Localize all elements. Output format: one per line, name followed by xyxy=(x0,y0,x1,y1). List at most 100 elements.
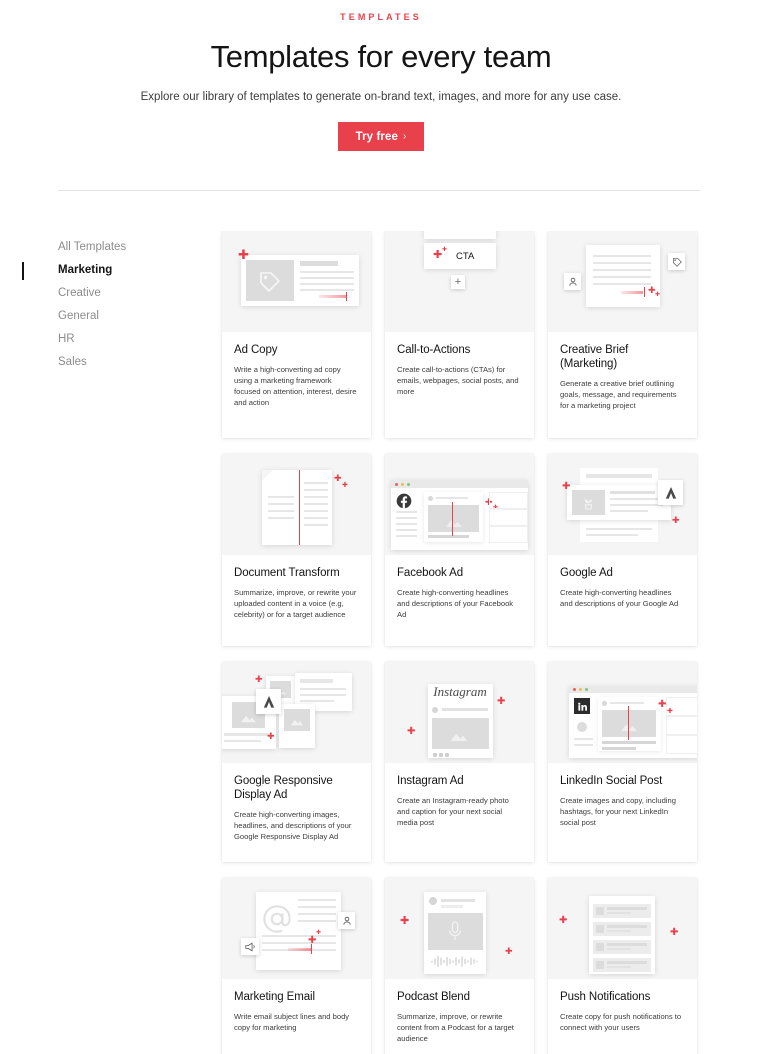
card-description: Generate a creative brief outlining goal… xyxy=(560,379,677,410)
card-illustration-facebook-browser: ✚ ✚ xyxy=(385,454,534,555)
try-free-label: Try free xyxy=(355,130,398,143)
card-title: Call-to-Actions xyxy=(397,344,471,356)
template-card-google-ad[interactable]: ✚ ✚ Google Ad Create high-converting hea… xyxy=(548,454,697,646)
card-illustration-podcast-mic: ✚ ✚ xyxy=(385,878,534,979)
template-card-document-transform[interactable]: ✚ ✚ Document Transform Summarize, improv… xyxy=(222,454,371,646)
card-title: LinkedIn Social Post xyxy=(560,775,663,787)
card-description: Summarize, improve, or rewrite your uplo… xyxy=(234,588,357,619)
page-eyebrow: TEMPLATES xyxy=(340,12,422,22)
sparkle-icon: ✚ xyxy=(670,927,679,938)
sidebar-item-creative[interactable]: Creative xyxy=(22,282,192,305)
card-description: Create call-to-actions (CTAs) for emails… xyxy=(397,365,519,396)
sparkle-small-icon: ✚ xyxy=(342,482,348,489)
category-sidebar: All Templates Marketing Creative General… xyxy=(22,236,192,374)
card-body: Push Notifications Create copy for push … xyxy=(548,979,697,1054)
card-body: Marketing Email Write email subject line… xyxy=(222,979,371,1054)
card-description: Create images and copy, including hashta… xyxy=(560,796,676,827)
card-illustration-notification-list: ✚ ✚ xyxy=(548,878,697,979)
sidebar-item-label: Sales xyxy=(58,356,87,368)
card-body: Document Transform Summarize, improve, o… xyxy=(222,555,371,646)
card-illustration-google-ads-card: ✚ ✚ xyxy=(548,454,697,555)
sidebar-item-marketing[interactable]: Marketing xyxy=(22,259,192,282)
card-title: Push Notifications xyxy=(560,991,651,1003)
sparkle-small-icon: ✚ xyxy=(442,247,448,253)
sidebar-item-label: HR xyxy=(58,333,75,345)
sparkle-icon: ✚ xyxy=(308,935,317,946)
sparkle-icon: ✚ xyxy=(238,247,249,262)
person-chip xyxy=(564,273,581,290)
card-description: Write a high-converting ad copy using a … xyxy=(234,365,357,407)
plant-icon xyxy=(584,499,593,510)
sidebar-item-all-templates[interactable]: All Templates xyxy=(22,236,192,259)
try-free-button[interactable]: Try free › xyxy=(338,122,424,151)
card-title: Google Ad xyxy=(560,567,613,579)
template-card-instagram-ad[interactable]: Instagram ✚ ✚ Instagram Ad Create an Ins xyxy=(385,662,534,862)
google-ads-icon xyxy=(658,480,683,505)
template-card-google-responsive-display-ad[interactable]: ✚ ✚ Google Responsive Display Ad Create … xyxy=(222,662,371,862)
image-placeholder-icon xyxy=(290,719,304,726)
sparkle-icon: ✚ xyxy=(672,515,680,525)
card-body: Creative Brief (Marketing) Generate a cr… xyxy=(548,332,697,438)
template-card-call-to-actions[interactable]: ✚ CTA ✚ ✚ CTA + Call-to-Actions Create c… xyxy=(385,231,534,438)
microphone-icon xyxy=(448,921,462,940)
page-title: Templates for every team xyxy=(210,39,552,74)
image-placeholder-icon xyxy=(241,715,256,723)
image-placeholder-icon xyxy=(450,733,468,742)
card-illustration-linkedin-browser: ✚ ✚ xyxy=(548,662,697,763)
card-illustration-cta-rows: ✚ CTA ✚ ✚ CTA + xyxy=(385,231,534,332)
sidebar-item-sales[interactable]: Sales xyxy=(22,351,192,374)
card-title: Creative Brief (Marketing) xyxy=(560,344,629,370)
sparkle-icon: ✚ xyxy=(434,231,442,232)
tag-icon xyxy=(260,272,281,292)
sidebar-item-label: Marketing xyxy=(58,264,113,276)
section-divider xyxy=(58,190,700,191)
sparkle-icon: ✚ xyxy=(407,726,416,737)
instagram-wordmark: Instagram xyxy=(433,684,487,699)
facebook-icon xyxy=(396,493,412,509)
template-card-push-notifications[interactable]: ✚ ✚ Push Notifications Create copy for p… xyxy=(548,878,697,1054)
sidebar-item-hr[interactable]: HR xyxy=(22,328,192,351)
card-description: Create high-converting headlines and des… xyxy=(397,588,514,619)
sidebar-item-label: General xyxy=(58,310,99,322)
card-body: Call-to-Actions Create call-to-actions (… xyxy=(385,332,534,438)
template-card-grid: ✚ Ad Copy Write a high-converting ad cop… xyxy=(222,231,700,1054)
template-card-podcast-blend[interactable]: ✚ ✚ Podcast Blend Summarize, improve, or… xyxy=(385,878,534,1054)
card-description: Create high-converting images, headlines… xyxy=(234,810,352,841)
sparkle-small-icon: ✚ xyxy=(316,930,322,936)
template-card-marketing-email[interactable]: ✚ ✚ Marketing Email Write email subject … xyxy=(222,878,371,1054)
card-body: Google Ad Create high-converting headlin… xyxy=(548,555,697,646)
tag-icon xyxy=(672,257,682,267)
templates-content: All Templates Marketing Creative General… xyxy=(0,231,762,1054)
template-card-facebook-ad[interactable]: ✚ ✚ Facebook Ad Create high-converting h… xyxy=(385,454,534,646)
card-title: Podcast Blend xyxy=(397,991,470,1003)
sparkle-icon: ✚ xyxy=(505,946,513,956)
cta-container: Try free › xyxy=(0,122,762,151)
card-description: Summarize, improve, or rewrite content f… xyxy=(397,1012,514,1043)
sidebar-item-general[interactable]: General xyxy=(22,305,192,328)
template-card-linkedin-social-post[interactable]: ✚ ✚ LinkedIn Social Post Create images a… xyxy=(548,662,697,862)
template-card-creative-brief[interactable]: ✚ ✚ Creative Brief (Marketing) Generate … xyxy=(548,231,697,438)
template-card-ad-copy[interactable]: ✚ Ad Copy Write a high-converting ad cop… xyxy=(222,231,371,438)
sidebar-item-label: All Templates xyxy=(58,241,127,253)
card-title: Instagram Ad xyxy=(397,775,464,787)
page-subtitle: Explore our library of templates to gene… xyxy=(140,91,622,103)
card-description: Write email subject lines and body copy … xyxy=(234,1012,350,1032)
card-description: Create copy for push notifications to co… xyxy=(560,1012,682,1032)
sparkle-icon: ✚ xyxy=(267,731,275,741)
card-title: Document Transform xyxy=(234,567,340,579)
tag-chip xyxy=(668,253,685,270)
chevron-right-icon: › xyxy=(402,131,407,142)
card-illustration-folded-page: ✚ ✚ xyxy=(222,454,371,555)
card-title: Ad Copy xyxy=(234,344,278,356)
waveform-icon xyxy=(431,955,478,968)
person-icon xyxy=(568,277,577,286)
google-ads-icon xyxy=(256,689,281,714)
card-title: Marketing Email xyxy=(234,991,315,1003)
image-placeholder-icon xyxy=(621,724,637,732)
sidebar-item-label: Creative xyxy=(58,287,101,299)
card-illustration-tag-document: ✚ xyxy=(222,231,371,332)
cta-row-label: CTA xyxy=(456,251,475,262)
plus-icon: + xyxy=(451,275,465,289)
hero-section: TEMPLATES Templates for every team Explo… xyxy=(0,0,762,151)
card-description: Create an Instagram-ready photo and capt… xyxy=(397,796,509,827)
